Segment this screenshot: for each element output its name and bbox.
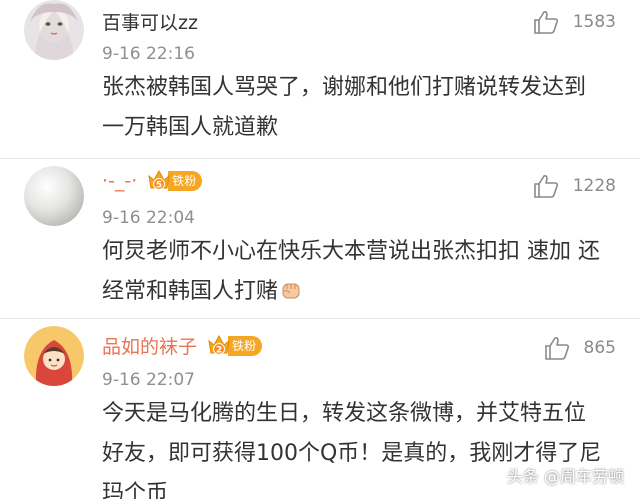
username-label: 百事可以zz (102, 12, 198, 34)
svg-text:2: 2 (216, 345, 222, 355)
fan-badge[interactable]: 5 铁粉 (147, 168, 203, 194)
username-label: ·-_-· (102, 170, 138, 192)
comment-text: 张杰被韩国人骂哭了，谢娜和他们打赌说转发达到一万韩国人就道歉 (102, 75, 587, 140)
avatar[interactable] (24, 0, 84, 60)
avatar-photo-icon (24, 0, 84, 60)
crown-icon: 2 (207, 333, 231, 359)
timestamp: 9-16 22:07 (102, 370, 195, 390)
comment-text-content: 何炅老师不小心在快乐大本营说出张杰扣扣 速加 还经常和韩国人打赌 (102, 239, 600, 304)
like-count: 865 (583, 338, 616, 358)
avatar-pearl-icon (24, 166, 84, 226)
fan-badge[interactable]: 2 铁粉 (207, 333, 263, 359)
avatar-cartoon-icon (24, 326, 84, 386)
comment-text: 何炅老师不小心在快乐大本营说出张杰扣扣 速加 还经常和韩国人打赌 (102, 232, 607, 312)
fist-emoji-icon (280, 275, 302, 299)
like-count: 1583 (572, 12, 616, 32)
username[interactable]: 品如的袜子 2 铁粉 (102, 332, 263, 359)
avatar[interactable] (24, 166, 84, 226)
like-button[interactable]: 1583 (533, 10, 616, 34)
timestamp: 9-16 22:04 (102, 208, 195, 228)
timestamp: 9-16 22:16 (102, 44, 195, 64)
fan-badge-label: 铁粉 (228, 335, 263, 356)
thumbs-up-icon (544, 337, 569, 360)
comment-item: 百事可以zz 9-16 22:16 张杰被韩国人骂哭了，谢娜和他们打赌说转发达到… (0, 0, 640, 165)
username-label: 品如的袜子 (102, 336, 198, 358)
thumbs-up-icon (533, 175, 558, 198)
thumbs-up-icon (533, 11, 558, 34)
svg-text:5: 5 (156, 181, 162, 191)
avatar[interactable] (24, 326, 84, 386)
comment-item: ·-_-· 5 铁粉 9-16 22:04 何炅老师不小心在快乐大本营说出张杰扣… (0, 158, 640, 320)
like-button[interactable]: 865 (544, 336, 616, 360)
like-button[interactable]: 1228 (533, 174, 616, 198)
username[interactable]: 百事可以zz (102, 8, 198, 35)
fan-badge-label: 铁粉 (168, 171, 203, 191)
watermark: 头条 @周车劳顿 (506, 467, 624, 486)
username[interactable]: ·-_-· 5 铁粉 (102, 168, 203, 194)
crown-icon: 5 (147, 168, 171, 194)
like-count: 1228 (572, 176, 616, 196)
